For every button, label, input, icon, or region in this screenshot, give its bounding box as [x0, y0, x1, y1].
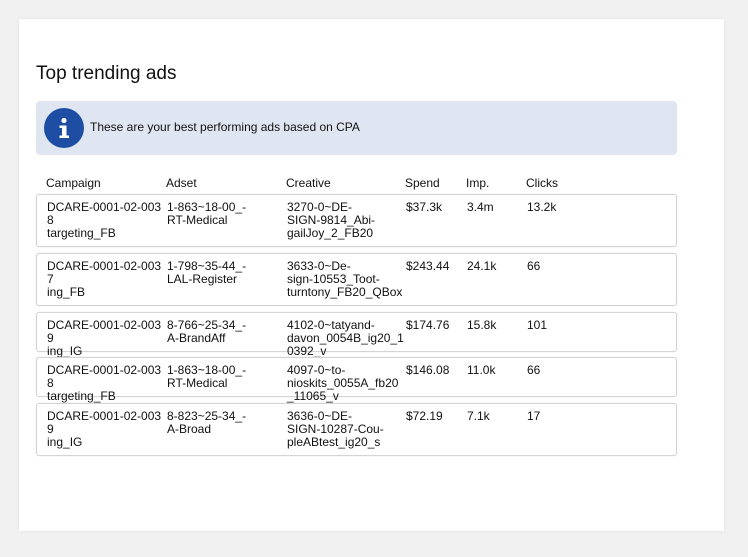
cell-clicks: 17 [527, 409, 541, 423]
column-header-campaign[interactable]: Campaign [46, 176, 164, 190]
cell-clicks: 13.2k [527, 200, 557, 214]
column-header-spend[interactable]: Spend [405, 176, 463, 190]
cell-spend: $37.3k [406, 200, 443, 214]
table-header: Campaign Adset Creative Spend Imp. Click… [36, 176, 677, 192]
cell-clicks: 101 [527, 318, 548, 332]
table-row[interactable]: DCARE-0001-02-0037 ing_FB 1-798~35-44_- … [36, 253, 677, 306]
cell-clicks: 66 [527, 259, 541, 273]
table-row[interactable]: DCARE-0001-02-0038 targeting_FB 1-863~18… [36, 357, 677, 403]
cell-adset: 8-823~25-34_- A-Broad [167, 409, 247, 436]
column-header-adset[interactable]: Adset [166, 176, 284, 190]
cell-creative: 4097-0~to- nioskits_0055A_fb20_11065_v [287, 363, 399, 403]
cell-campaign: DCARE-0001-02-0037 ing_FB [47, 259, 162, 299]
cell-adset: 1-863~18-00_- RT-Medical [167, 363, 247, 390]
cell-adset: 1-863~18-00_- RT-Medical [167, 200, 247, 227]
cell-creative: 3636-0~DE- SIGN-10287-Cou- pleABtest_ig2… [287, 409, 384, 449]
cell-campaign: DCARE-0001-02-0039 ing_IG [47, 318, 162, 358]
cell-clicks: 66 [527, 363, 541, 377]
cell-impressions: 11.0k [467, 363, 496, 377]
cell-campaign: DCARE-0001-02-0039 ing_IG [47, 409, 162, 449]
card-title: Top trending ads [36, 63, 177, 84]
cell-impressions: 3.4m [467, 200, 494, 214]
cell-campaign: DCARE-0001-02-0038 targeting_FB [47, 363, 162, 403]
cell-impressions: 7.1k [467, 409, 490, 423]
info-banner: These are your best performing ads based… [36, 101, 677, 155]
info-banner-message: These are your best performing ads based… [90, 120, 360, 134]
cell-creative: 3633-0~De- sign-10553_Toot- turntony_FB2… [287, 259, 403, 299]
cell-impressions: 15.8k [467, 318, 497, 332]
cell-creative: 3270-0~DE- SIGN-9814_Abi- gailJoy_2_FB20 [287, 200, 376, 240]
info-icon [44, 108, 84, 148]
cell-adset: 1-798~35-44_- LAL-Register [167, 259, 247, 286]
cell-adset: 8-766~25-34_- A-BrandAff [167, 318, 247, 345]
cell-impressions: 24.1k [467, 259, 497, 273]
cell-spend: $174.76 [406, 318, 450, 332]
cell-spend: $72.19 [406, 409, 443, 423]
cell-spend: $243.44 [406, 259, 450, 273]
cell-creative: 4102-0~tatyand- davon_0054B_ig20_10392_v [287, 318, 404, 358]
column-header-creative[interactable]: Creative [286, 176, 404, 190]
table-row[interactable]: DCARE-0001-02-0039 ing_IG 8-766~25-34_- … [36, 312, 677, 358]
trending-ads-card: Top trending ads These are your best per… [19, 19, 724, 531]
column-header-clicks[interactable]: Clicks [526, 176, 584, 190]
table-row[interactable]: DCARE-0001-02-0039 ing_IG 8-823~25-34_- … [36, 403, 677, 456]
cell-spend: $146.08 [406, 363, 450, 377]
table-row[interactable]: DCARE-0001-02-0038 targeting_FB 1-863~18… [36, 194, 677, 247]
column-header-impressions[interactable]: Imp. [466, 176, 524, 190]
cell-campaign: DCARE-0001-02-0038 targeting_FB [47, 200, 162, 240]
